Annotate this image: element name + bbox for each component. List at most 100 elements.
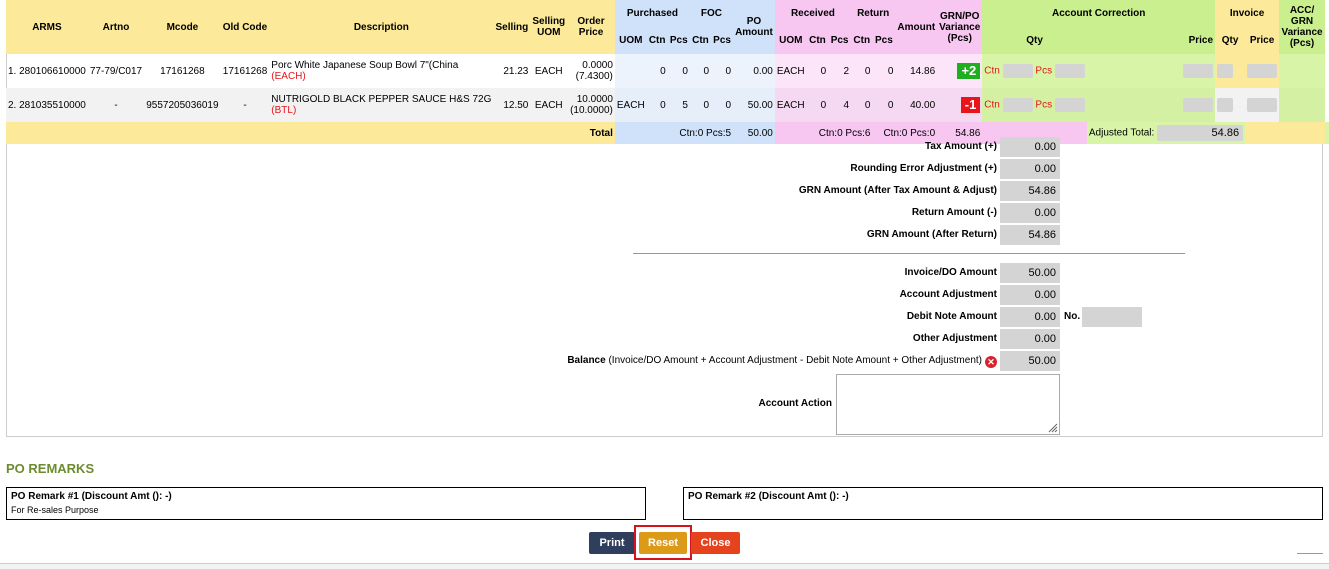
invoice-amount-input[interactable]: 50.00 [1000,263,1060,283]
col-purchased: Purchased [614,0,690,27]
adjusted-total-value: 54.86 [1157,125,1244,141]
balance-row: Balance (Invoice/DO Amount + Account Adj… [567,355,982,366]
grn-after-return-label: GRN Amount (After Return) [866,229,997,240]
cell-arms: 1. 280106610000 [8,65,86,77]
account-action-textarea[interactable] [836,374,1060,435]
col-selling: Selling [493,0,531,54]
other-adjustment-label: Other Adjustment [912,333,997,344]
cell-acc-variance [1279,88,1325,122]
cell-arms: 2. 281035510000 [6,88,88,122]
cell-f-ctn: 0 [689,54,712,88]
correction-pcs-input[interactable] [1054,98,1085,112]
cell-ret-pcs: 0 [872,88,896,122]
description-uom: (EACH) [271,71,306,82]
invoice-total-cell [1245,122,1325,144]
rounding-adjustment-input[interactable]: 0.00 [1000,159,1060,179]
return-amount-value: 0.00 [1000,203,1060,223]
sub-ctn: Ctn [646,27,668,54]
footer-line [1297,553,1323,554]
total-po-amount: 50.00 [733,122,775,144]
account-adjustment-input[interactable]: 0.00 [1000,285,1060,305]
sub-uom: UOM [774,27,807,54]
totals-row: Total Ctn:0 Pcs:5 50.00 Ctn:0 Pcs:6 Ctn:… [6,122,1329,144]
order-price: 0.0000 [582,60,613,71]
pcs-label: Pcs [1035,65,1053,77]
cell-p-uom [614,54,647,88]
sub-pcs: Pcs [828,27,851,54]
col-po-amount: PO Amount [733,0,775,54]
grn-amount-value: 54.86 [1000,181,1060,201]
cell-invoice-qty [1215,54,1246,88]
cell-selling-uom: EACH [534,65,563,77]
error-icon: ✕ [985,356,997,368]
resize-handle-icon[interactable] [1048,423,1058,433]
correction-ctn-input[interactable] [1002,64,1033,78]
col-artno: Artno [87,0,145,54]
col-selling-uom: Selling UOM [530,0,568,54]
cell-ret-ctn: 0 [851,54,873,88]
cell-selling: 21.23 [503,65,529,77]
description-text: NUTRIGOLD BLACK PEPPER SAUCE H&S 72G [271,94,492,105]
close-button[interactable]: Close [691,532,740,554]
table-row: 2. 281035510000 - 9557205036019 - NUTRIG… [6,88,1329,122]
cell-acc-variance [1279,54,1325,88]
balance-label: Balance [567,355,606,366]
cell-description: Porc White Japanese Soup Bowl 7"(China (E… [269,54,493,88]
correction-price-input[interactable] [1183,64,1214,78]
cell-r-ctn: 0 [806,88,829,122]
debit-note-no-label: No. [1064,311,1081,322]
cell-f-pcs: 0 [711,88,734,122]
cell-amount: 40.00 [895,88,938,122]
cell-mcode: 17161268 [160,65,205,77]
sub-qty: Qty [1215,27,1246,54]
ctn-label: Ctn [984,99,1000,111]
cell-amount: 14.86 [895,54,938,88]
correction-pcs-input[interactable] [1054,64,1085,78]
correction-ctn-input[interactable] [1002,98,1033,112]
sub-qty: Qty [982,27,1087,54]
invoice-qty-input[interactable] [1217,64,1234,78]
divider [633,253,1185,254]
cell-r-uom: EACH [774,88,807,122]
cell-r-pcs: 4 [828,88,851,122]
total-received: Ctn:0 Pcs:6 [774,122,873,144]
invoice-price-input[interactable] [1247,98,1278,112]
invoice-qty-input[interactable] [1217,98,1234,112]
pcs-label: Pcs [1035,99,1053,111]
debit-note-input[interactable]: 0.00 [1000,307,1060,327]
correction-price-input[interactable] [1183,98,1214,112]
col-variance: GRN/PO Variance (Pcs) [937,0,983,54]
grn-amount-label: GRN Amount (After Tax Amount & Adjust) [798,185,997,196]
invoice-amount-label: Invoice/DO Amount [904,267,997,278]
cell-r-uom: EACH [774,54,807,88]
po-remark-1-text: For Re-sales Purpose [11,505,99,515]
col-old-code: Old Code [220,0,270,54]
cell-invoice-price [1245,88,1280,122]
invoice-price-input[interactable] [1247,64,1278,78]
cell-correction-qty: Ctn Pcs [982,88,1087,122]
total-label: Total [6,122,615,144]
sub-pcs: Pcs [872,27,896,54]
col-acc-variance: ACC/ GRN Variance (Pcs) [1279,0,1325,54]
balance-value: 50.00 [1000,351,1060,371]
cell-r-ctn: 0 [806,54,829,88]
table-row: 1. 280106610000 77-79/C017 17161268 1716… [6,54,1329,88]
cell-ret-pcs: 0 [872,54,896,88]
reset-button[interactable]: Reset [639,532,687,554]
account-adjustment-label: Account Adjustment [899,289,997,300]
adjusted-total-label: Adjusted Total: [1088,127,1155,139]
sub-ctn: Ctn [851,27,873,54]
debit-note-no-input[interactable] [1082,307,1142,327]
col-order-price: Order Price [567,0,615,54]
cell-selling: 12.50 [493,88,531,122]
balance-formula: (Invoice/DO Amount + Account Adjustment … [608,355,982,366]
print-button[interactable]: Print [589,532,635,554]
cell-selling-uom: EACH [530,88,568,122]
col-account-correction: Account Correction [982,0,1216,27]
cell-r-pcs: 2 [828,54,851,88]
sub-ctn: Ctn [689,27,712,54]
other-adjustment-input[interactable]: 0.00 [1000,329,1060,349]
cell-description: NUTRIGOLD BLACK PEPPER SAUCE H&S 72G (BTL… [269,88,494,122]
po-remarks-heading: PO REMARKS [6,461,95,476]
tax-amount-input[interactable]: 0.00 [1000,137,1060,157]
